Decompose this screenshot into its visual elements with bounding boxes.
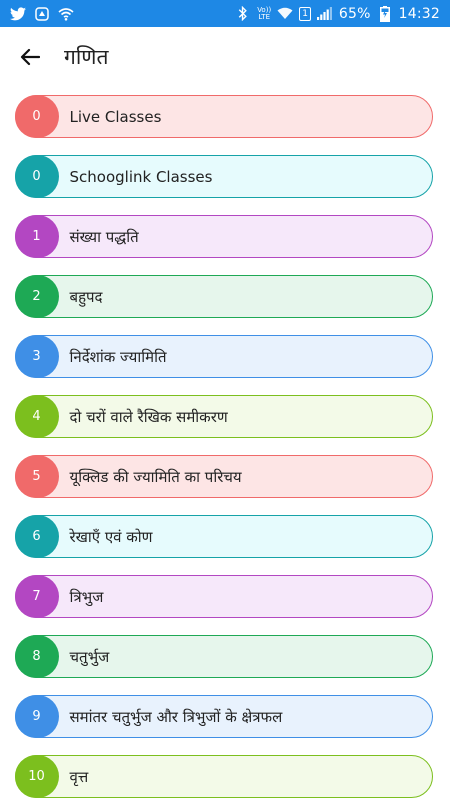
chapter-number-badge: 0 (14, 155, 59, 198)
clock: 14:32 (398, 5, 440, 22)
chapter-label: बहुपद (69, 287, 103, 306)
bluetooth-icon (235, 6, 251, 22)
status-bar: Vo)) LTE 1 65% 14:32 (0, 0, 450, 27)
chapter-label: समांतर चतुर्भुज और त्रिभुजों के क्षेत्रफ… (69, 707, 283, 726)
chapter-item[interactable]: 4 दो चरों वाले रैखिक समीकरण (14, 395, 433, 438)
chapter-item[interactable]: 3 निर्देशांक ज्यामिति (14, 335, 433, 378)
chapter-label: Live Classes (69, 107, 162, 126)
chapter-number-badge: 7 (14, 575, 59, 618)
chapter-label: यूक्लिड की ज्यामिति का परिचय (69, 467, 242, 486)
sim-indicator: 1 (299, 6, 311, 21)
chapter-label: निर्देशांक ज्यामिति (69, 347, 167, 366)
chapter-label: त्रिभुज (69, 587, 104, 606)
volte-indicator: Vo)) LTE (257, 5, 272, 21)
chapter-item[interactable]: 10 वृत्त (14, 755, 433, 798)
battery-charging-icon (377, 5, 393, 22)
chapter-number-badge: 2 (14, 275, 59, 318)
chapter-item[interactable]: 2 बहुपद (14, 275, 433, 318)
chapter-label: Schooglink Classes (69, 167, 213, 186)
chapter-number-badge: 1 (14, 215, 59, 258)
chapter-label: रेखाएँ एवं कोण (69, 527, 153, 546)
twitter-icon (10, 6, 26, 22)
chapter-label: दो चरों वाले रैखिक समीकरण (69, 407, 228, 426)
wifi-calling-icon (58, 6, 74, 22)
chapter-number-badge: 3 (14, 335, 59, 378)
chapter-number-badge: 8 (14, 635, 59, 678)
chapter-label: वृत्त (69, 767, 89, 786)
chapter-item[interactable]: 0 Live Classes (14, 95, 433, 138)
battery-percent: 65% (338, 5, 371, 22)
chapter-item[interactable]: 5 यूक्लिड की ज्यामिति का परिचय (14, 455, 433, 498)
chapter-number-badge: 9 (14, 695, 59, 738)
chapter-number-badge: 5 (14, 455, 59, 498)
chapter-item[interactable]: 1 संख्या पद्धति (14, 215, 433, 258)
chapter-label: संख्या पद्धति (69, 227, 139, 246)
chapter-item[interactable]: 6 रेखाएँ एवं कोण (14, 515, 433, 558)
chapter-item[interactable]: 9 समांतर चतुर्भुज और त्रिभुजों के क्षेत्र… (14, 695, 433, 738)
page-title: गणित (64, 45, 109, 69)
chapter-number-badge: 6 (14, 515, 59, 558)
signal-icon (317, 6, 333, 22)
chapter-number-badge: 4 (14, 395, 59, 438)
chapter-item[interactable]: 0 Schooglink Classes (14, 155, 433, 198)
app-icon (34, 6, 50, 22)
arrow-left-icon (20, 48, 40, 66)
wifi-icon (277, 6, 293, 22)
app-bar: गणित (0, 27, 450, 87)
back-button[interactable] (12, 39, 48, 75)
chapter-item[interactable]: 8 चतुर्भुज (14, 635, 433, 678)
chapter-number-badge: 10 (14, 755, 59, 798)
chapter-number-badge: 0 (14, 95, 59, 138)
chapter-item[interactable]: 7 त्रिभुज (14, 575, 433, 618)
chapter-label: चतुर्भुज (69, 647, 110, 666)
